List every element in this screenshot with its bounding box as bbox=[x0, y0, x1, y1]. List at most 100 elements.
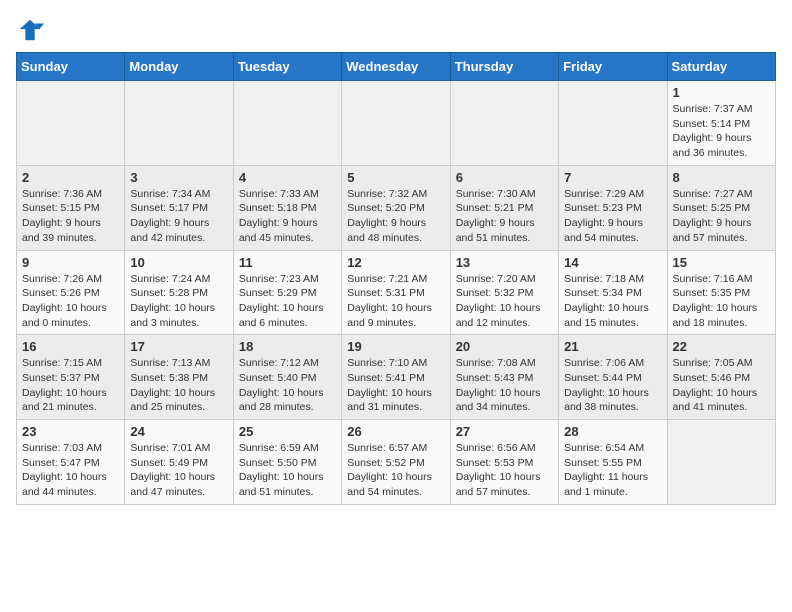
calendar-cell bbox=[559, 81, 667, 166]
day-number: 9 bbox=[22, 255, 119, 270]
calendar-cell: 16Sunrise: 7:15 AM Sunset: 5:37 PM Dayli… bbox=[17, 335, 125, 420]
day-info: Sunrise: 7:05 AM Sunset: 5:46 PM Dayligh… bbox=[673, 356, 770, 415]
calendar-cell: 28 Sunrise: 6:54 AM Sunset: 5:55 PM Dayli… bbox=[559, 420, 667, 505]
page-header bbox=[16, 16, 776, 44]
day-number: 27 bbox=[456, 424, 553, 439]
day-info: Sunrise: 7:37 AM Sunset: 5:14 PM Dayligh… bbox=[673, 102, 770, 161]
calendar-cell bbox=[667, 420, 775, 505]
day-number: 28 bbox=[564, 424, 661, 439]
day-number: 8 bbox=[673, 170, 770, 185]
day-info: Sunrise: 7:03 AM Sunset: 5:47 PM Dayligh… bbox=[22, 441, 119, 500]
calendar-cell: 15 Sunrise: 7:16 AM Sunset: 5:35 PM Dayli… bbox=[667, 250, 775, 335]
col-header-saturday: Saturday bbox=[667, 53, 775, 81]
day-number: 17 bbox=[130, 339, 227, 354]
day-number: 25 bbox=[239, 424, 336, 439]
day-number: 18 bbox=[239, 339, 336, 354]
day-info: Sunrise: 7:32 AM Sunset: 5:20 PM Dayligh… bbox=[347, 187, 444, 246]
calendar-cell: 11 Sunrise: 7:23 AM Sunset: 5:29 PM Dayli… bbox=[233, 250, 341, 335]
day-number: 7 bbox=[564, 170, 661, 185]
calendar-cell: 3 Sunrise: 7:34 AM Sunset: 5:17 PM Daylig… bbox=[125, 165, 233, 250]
day-number: 4 bbox=[239, 170, 336, 185]
day-number: 23 bbox=[22, 424, 119, 439]
calendar-cell: 27 Sunrise: 6:56 AM Sunset: 5:53 PM Dayli… bbox=[450, 420, 558, 505]
day-info: Sunrise: 6:56 AM Sunset: 5:53 PM Dayligh… bbox=[456, 441, 553, 500]
calendar-cell bbox=[450, 81, 558, 166]
day-info: Sunrise: 7:01 AM Sunset: 5:49 PM Dayligh… bbox=[130, 441, 227, 500]
day-info: Sunrise: 7:24 AM Sunset: 5:28 PM Dayligh… bbox=[130, 272, 227, 331]
calendar-cell: 12Sunrise: 7:21 AM Sunset: 5:31 PM Dayli… bbox=[342, 250, 450, 335]
calendar-cell: 2 Sunrise: 7:36 AM Sunset: 5:15 PM Daylig… bbox=[17, 165, 125, 250]
calendar-cell: 21 Sunrise: 7:06 AM Sunset: 5:44 PM Dayli… bbox=[559, 335, 667, 420]
calendar-cell bbox=[17, 81, 125, 166]
day-number: 26 bbox=[347, 424, 444, 439]
calendar-cell: 18 Sunrise: 7:12 AM Sunset: 5:40 PM Dayli… bbox=[233, 335, 341, 420]
day-number: 13 bbox=[456, 255, 553, 270]
calendar-cell: 6 Sunrise: 7:30 AM Sunset: 5:21 PM Daylig… bbox=[450, 165, 558, 250]
day-number: 10 bbox=[130, 255, 227, 270]
day-info: Sunrise: 7:13 AM Sunset: 5:38 PM Dayligh… bbox=[130, 356, 227, 415]
calendar-cell: 4 Sunrise: 7:33 AM Sunset: 5:18 PM Daylig… bbox=[233, 165, 341, 250]
col-header-tuesday: Tuesday bbox=[233, 53, 341, 81]
calendar-cell: 22 Sunrise: 7:05 AM Sunset: 5:46 PM Dayli… bbox=[667, 335, 775, 420]
logo bbox=[16, 16, 48, 44]
day-info: Sunrise: 7:33 AM Sunset: 5:18 PM Dayligh… bbox=[239, 187, 336, 246]
calendar-cell: 20 Sunrise: 7:08 AM Sunset: 5:43 PM Dayli… bbox=[450, 335, 558, 420]
day-info: Sunrise: 7:06 AM Sunset: 5:44 PM Dayligh… bbox=[564, 356, 661, 415]
day-info: Sunrise: 6:59 AM Sunset: 5:50 PM Dayligh… bbox=[239, 441, 336, 500]
calendar-cell: 7 Sunrise: 7:29 AM Sunset: 5:23 PM Daylig… bbox=[559, 165, 667, 250]
calendar-cell: 8 Sunrise: 7:27 AM Sunset: 5:25 PM Daylig… bbox=[667, 165, 775, 250]
day-info: Sunrise: 7:18 AM Sunset: 5:34 PM Dayligh… bbox=[564, 272, 661, 331]
day-number: 5 bbox=[347, 170, 444, 185]
day-number: 16 bbox=[22, 339, 119, 354]
calendar-cell: 26 Sunrise: 6:57 AM Sunset: 5:52 PM Dayli… bbox=[342, 420, 450, 505]
day-number: 14 bbox=[564, 255, 661, 270]
day-info: Sunrise: 7:08 AM Sunset: 5:43 PM Dayligh… bbox=[456, 356, 553, 415]
calendar-cell: 23 Sunrise: 7:03 AM Sunset: 5:47 PM Dayli… bbox=[17, 420, 125, 505]
day-info: Sunrise: 7:20 AM Sunset: 5:32 PM Dayligh… bbox=[456, 272, 553, 331]
day-info: Sunrise: 7:27 AM Sunset: 5:25 PM Dayligh… bbox=[673, 187, 770, 246]
day-info: Sunrise: 7:29 AM Sunset: 5:23 PM Dayligh… bbox=[564, 187, 661, 246]
day-info: Sunrise: 7:26 AM Sunset: 5:26 PM Dayligh… bbox=[22, 272, 119, 331]
calendar-cell: 14 Sunrise: 7:18 AM Sunset: 5:34 PM Dayli… bbox=[559, 250, 667, 335]
day-info: Sunrise: 7:12 AM Sunset: 5:40 PM Dayligh… bbox=[239, 356, 336, 415]
calendar-cell: 10 Sunrise: 7:24 AM Sunset: 5:28 PM Dayli… bbox=[125, 250, 233, 335]
day-info: Sunrise: 6:57 AM Sunset: 5:52 PM Dayligh… bbox=[347, 441, 444, 500]
col-header-sunday: Sunday bbox=[17, 53, 125, 81]
calendar-cell: 13 Sunrise: 7:20 AM Sunset: 5:32 PM Dayli… bbox=[450, 250, 558, 335]
day-info: Sunrise: 6:54 AM Sunset: 5:55 PM Dayligh… bbox=[564, 441, 661, 500]
day-info: Sunrise: 7:34 AM Sunset: 5:17 PM Dayligh… bbox=[130, 187, 227, 246]
day-info: Sunrise: 7:16 AM Sunset: 5:35 PM Dayligh… bbox=[673, 272, 770, 331]
day-number: 15 bbox=[673, 255, 770, 270]
day-number: 19 bbox=[347, 339, 444, 354]
logo-icon bbox=[16, 16, 44, 44]
day-info: Sunrise: 7:23 AM Sunset: 5:29 PM Dayligh… bbox=[239, 272, 336, 331]
col-header-monday: Monday bbox=[125, 53, 233, 81]
day-info: Sunrise: 7:30 AM Sunset: 5:21 PM Dayligh… bbox=[456, 187, 553, 246]
day-info: Sunrise: 7:10 AM Sunset: 5:41 PM Dayligh… bbox=[347, 356, 444, 415]
day-number: 1 bbox=[673, 85, 770, 100]
col-header-friday: Friday bbox=[559, 53, 667, 81]
calendar-cell: 5 Sunrise: 7:32 AM Sunset: 5:20 PM Daylig… bbox=[342, 165, 450, 250]
day-number: 11 bbox=[239, 255, 336, 270]
calendar-cell bbox=[125, 81, 233, 166]
calendar-cell: 1 Sunrise: 7:37 AM Sunset: 5:14 PM Daylig… bbox=[667, 81, 775, 166]
calendar-cell: 17 Sunrise: 7:13 AM Sunset: 5:38 PM Dayli… bbox=[125, 335, 233, 420]
col-header-wednesday: Wednesday bbox=[342, 53, 450, 81]
day-number: 20 bbox=[456, 339, 553, 354]
calendar-cell: 25 Sunrise: 6:59 AM Sunset: 5:50 PM Dayli… bbox=[233, 420, 341, 505]
day-number: 6 bbox=[456, 170, 553, 185]
day-number: 21 bbox=[564, 339, 661, 354]
day-number: 24 bbox=[130, 424, 227, 439]
calendar-cell bbox=[342, 81, 450, 166]
calendar-cell: 19 Sunrise: 7:10 AM Sunset: 5:41 PM Dayli… bbox=[342, 335, 450, 420]
calendar-cell: 9 Sunrise: 7:26 AM Sunset: 5:26 PM Daylig… bbox=[17, 250, 125, 335]
day-info: Sunrise: 7:21 AM Sunset: 5:31 PM Dayligh… bbox=[347, 272, 444, 331]
calendar-cell bbox=[233, 81, 341, 166]
day-info: Sunrise: 7:36 AM Sunset: 5:15 PM Dayligh… bbox=[22, 187, 119, 246]
col-header-thursday: Thursday bbox=[450, 53, 558, 81]
calendar-table: SundayMondayTuesdayWednesdayThursdayFrid… bbox=[16, 52, 776, 505]
day-number: 2 bbox=[22, 170, 119, 185]
day-number: 22 bbox=[673, 339, 770, 354]
day-number: 3 bbox=[130, 170, 227, 185]
calendar-cell: 24 Sunrise: 7:01 AM Sunset: 5:49 PM Dayli… bbox=[125, 420, 233, 505]
